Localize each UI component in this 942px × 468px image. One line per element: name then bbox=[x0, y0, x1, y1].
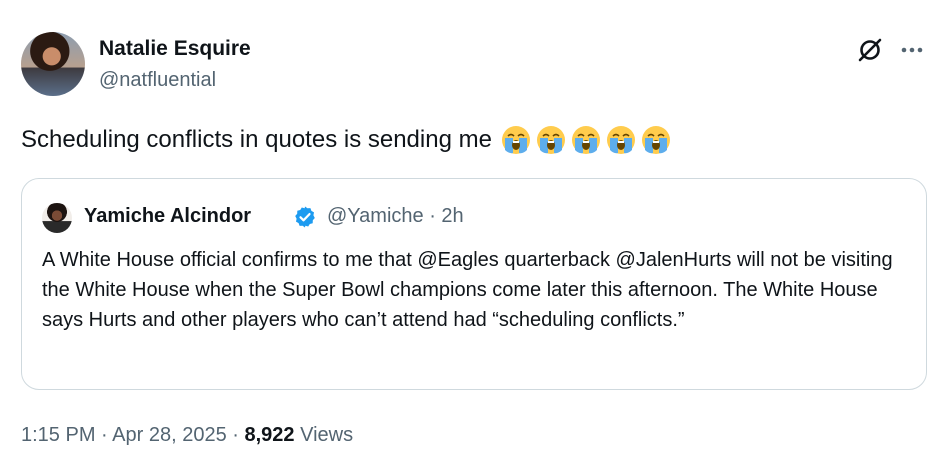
loudly-crying-face-icon bbox=[641, 126, 670, 154]
post-date[interactable]: Apr 28, 2025 bbox=[112, 424, 227, 446]
author-avatar[interactable] bbox=[21, 32, 85, 96]
emoji-row bbox=[500, 124, 672, 156]
loudly-crying-face-icon bbox=[571, 126, 600, 154]
tweet-card: Natalie Esquire @natfluential Scheduling… bbox=[0, 0, 942, 468]
meta-separator: · bbox=[95, 424, 113, 446]
loudly-crying-face-icon bbox=[501, 126, 530, 154]
quoted-author-name[interactable]: Yamiche Alcindor bbox=[84, 205, 251, 228]
tweet-text-content: Scheduling conflicts in quotes is sendin… bbox=[21, 126, 492, 153]
grok-icon[interactable] bbox=[856, 36, 884, 64]
author-handle[interactable]: @natfluential bbox=[99, 69, 216, 92]
loudly-crying-face-icon bbox=[606, 126, 635, 154]
views-label: Views bbox=[300, 424, 354, 446]
post-time[interactable]: 1:15 PM bbox=[21, 424, 95, 446]
quoted-author-avatar[interactable] bbox=[42, 203, 72, 233]
quoted-tweet[interactable]: Yamiche Alcindor @Yamiche · 2h A White H… bbox=[21, 178, 927, 390]
loudly-crying-face-icon bbox=[536, 126, 565, 154]
meta-separator: · bbox=[226, 424, 245, 446]
tweet-text: Scheduling conflicts in quotes is sendin… bbox=[21, 124, 672, 156]
author-name[interactable]: Natalie Esquire bbox=[99, 37, 251, 61]
quoted-handle-time: @Yamiche · 2h bbox=[327, 205, 464, 227]
quoted-text: A White House official confirms to me th… bbox=[42, 249, 893, 331]
tweet-meta: 1:15 PM · Apr 28, 2025 · 8,922 Views bbox=[21, 424, 353, 447]
more-icon[interactable] bbox=[898, 36, 926, 64]
verified-badge-icon bbox=[295, 206, 315, 228]
views-count: 8,922 bbox=[244, 424, 295, 446]
